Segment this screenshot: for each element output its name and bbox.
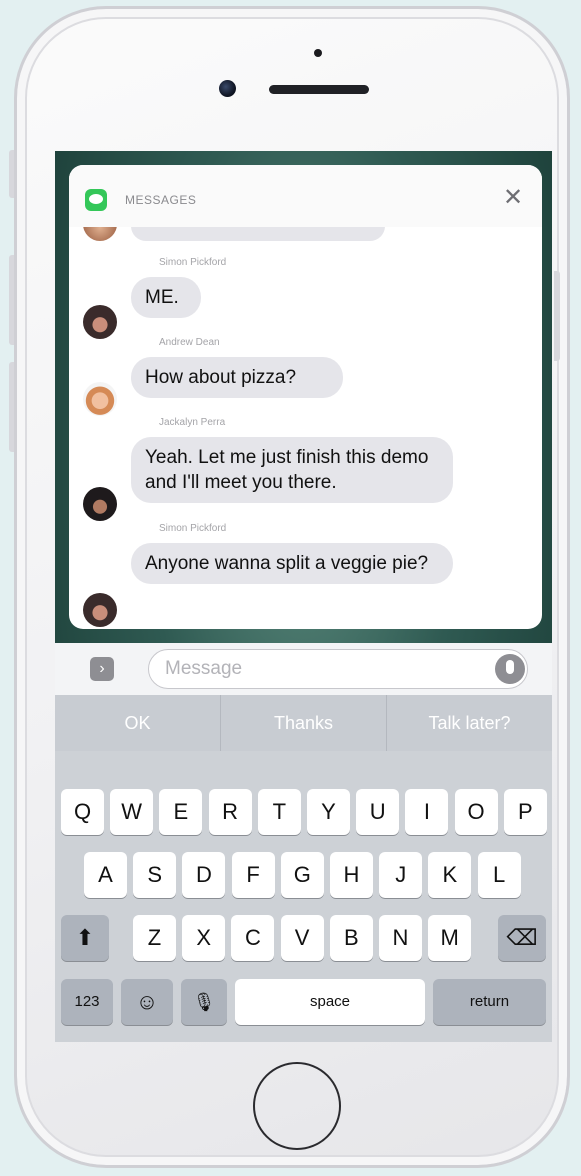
sender-name: Simon Pickford	[159, 257, 227, 268]
key-n[interactable]: N	[379, 915, 422, 961]
message-input[interactable]	[148, 649, 528, 689]
key-y[interactable]: Y	[307, 789, 350, 835]
sender-name: Jackalyn Perra	[159, 417, 226, 428]
sender-name: Simon Pickford	[159, 523, 227, 534]
suggestion-thanks[interactable]: Thanks	[221, 695, 387, 751]
app-name: MESSAGES	[125, 193, 197, 207]
key-o[interactable]: O	[454, 789, 498, 835]
message-bubble: How about pizza?	[131, 357, 343, 398]
return-key[interactable]: return	[433, 979, 546, 1025]
key-f[interactable]: F	[231, 852, 275, 898]
keyboard: OK Thanks Talk later? QWERTYUIOP ASDFGHJ…	[55, 695, 552, 1042]
shift-key[interactable]: ⬆	[61, 915, 109, 961]
key-t[interactable]: T	[257, 789, 301, 835]
key-w[interactable]: W	[110, 789, 154, 835]
notification-header: MESSAGES ✕	[69, 165, 542, 227]
avatar-simon	[83, 305, 117, 339]
key-b[interactable]: B	[329, 915, 373, 961]
power-button	[554, 271, 560, 361]
dictation-key[interactable]: 🎙	[181, 979, 227, 1025]
key-d[interactable]: D	[182, 852, 226, 898]
emoji-key[interactable]: ☺	[121, 979, 173, 1025]
key-a[interactable]: A	[84, 852, 127, 898]
screen: MESSAGES ✕ Simon Pickford ME. Andrew Dea…	[55, 151, 552, 1042]
avatar-jackalyn	[83, 487, 117, 521]
key-u[interactable]: U	[356, 789, 400, 835]
key-j[interactable]: J	[379, 852, 423, 898]
key-c[interactable]: C	[231, 915, 275, 961]
expand-apps-button[interactable]: ›	[90, 657, 114, 681]
key-g[interactable]: G	[280, 852, 324, 898]
suggestion-ok[interactable]: OK	[55, 695, 221, 751]
avatar-simon	[83, 593, 117, 627]
microphone-icon[interactable]	[495, 654, 525, 684]
key-k[interactable]: K	[428, 852, 472, 898]
key-x[interactable]: X	[182, 915, 226, 961]
proximity-sensor	[314, 49, 322, 57]
message-bubble: ME.	[131, 277, 201, 318]
message-notification: MESSAGES ✕ Simon Pickford ME. Andrew Dea…	[69, 165, 542, 629]
key-h[interactable]: H	[330, 852, 373, 898]
key-q[interactable]: Q	[61, 789, 104, 835]
key-l[interactable]: L	[477, 852, 521, 898]
home-button[interactable]	[253, 1062, 341, 1150]
suggestion-talk-later[interactable]: Talk later?	[387, 695, 552, 751]
key-s[interactable]: S	[133, 852, 177, 898]
key-r[interactable]: R	[208, 789, 252, 835]
key-v[interactable]: V	[280, 915, 324, 961]
quicktype-bar: OK Thanks Talk later?	[55, 695, 552, 751]
key-i[interactable]: I	[405, 789, 449, 835]
close-button[interactable]: ✕	[498, 183, 528, 213]
avatar	[83, 227, 117, 241]
sender-name: Andrew Dean	[159, 337, 220, 348]
message-bubble: Yeah. Let me just finish this demo and I…	[131, 437, 453, 503]
message-thread[interactable]: Simon Pickford ME. Andrew Dean How about…	[69, 227, 542, 629]
delete-key[interactable]: ⌫	[498, 915, 546, 961]
message-bubble: Anyone wanna split a veggie pie?	[131, 543, 453, 584]
front-camera	[219, 80, 236, 97]
avatar-andrew	[83, 382, 117, 416]
message-input-bar: ›	[55, 643, 552, 695]
messages-app-icon	[85, 189, 107, 211]
earpiece-speaker	[269, 85, 369, 94]
key-m[interactable]: M	[428, 915, 472, 961]
message-bubble-partial	[131, 227, 385, 241]
device-stage: MESSAGES ✕ Simon Pickford ME. Andrew Dea…	[0, 0, 581, 1176]
key-e[interactable]: E	[159, 789, 203, 835]
numbers-key[interactable]: 123	[61, 979, 113, 1025]
key-z[interactable]: Z	[133, 915, 176, 961]
space-key[interactable]: space	[235, 979, 425, 1025]
key-p[interactable]: P	[503, 789, 547, 835]
phone-body: MESSAGES ✕ Simon Pickford ME. Andrew Dea…	[14, 6, 570, 1168]
